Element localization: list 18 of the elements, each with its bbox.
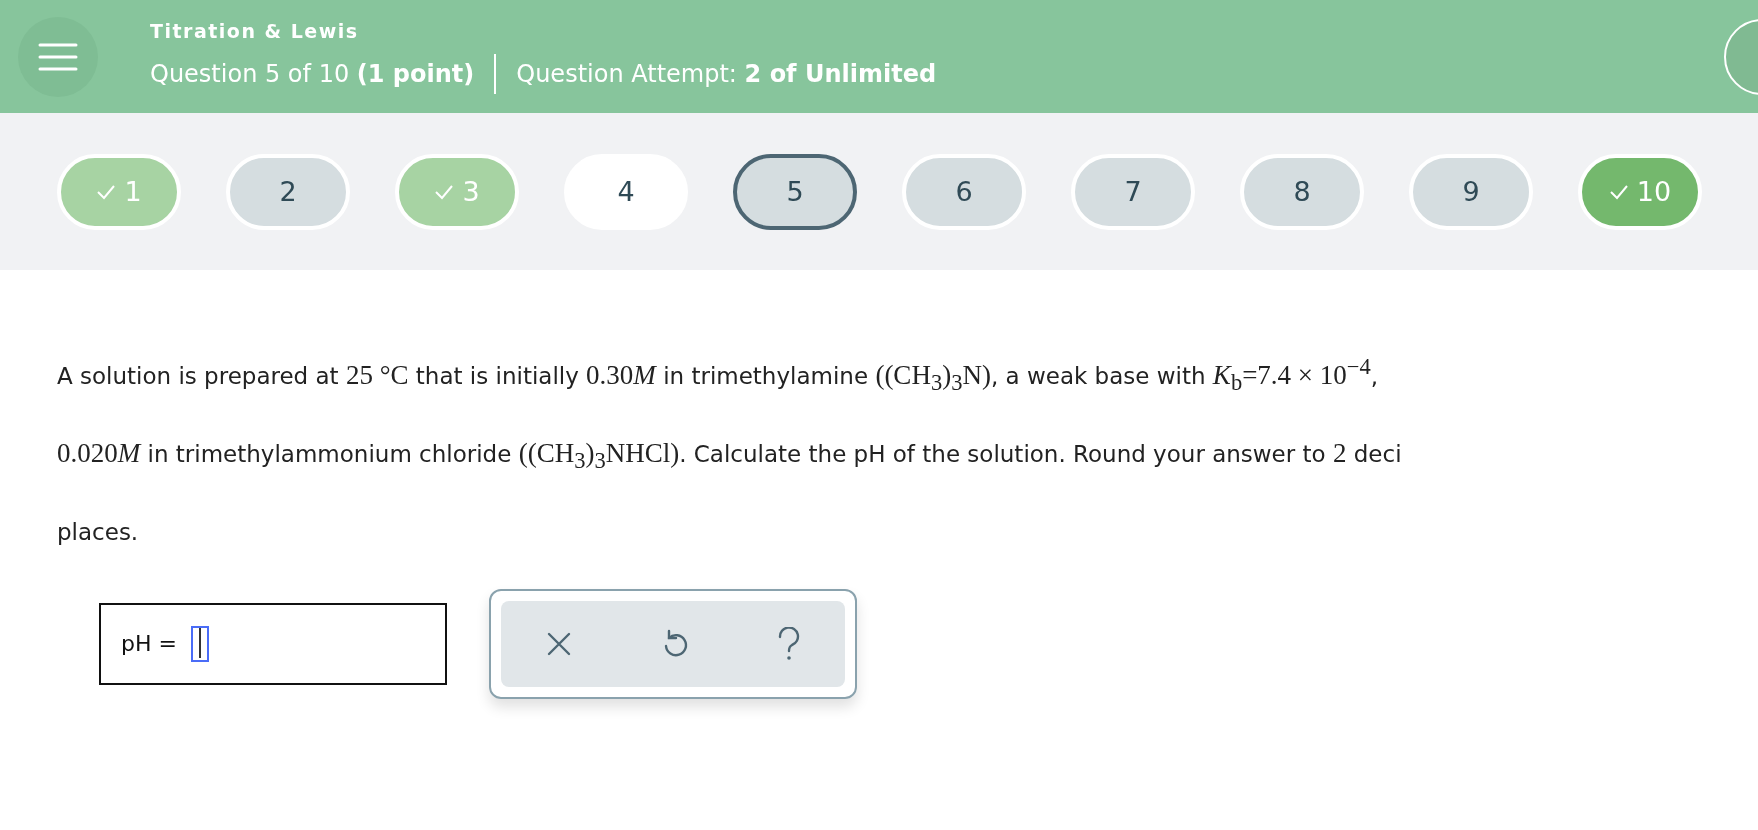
topic-title: Titration & Lewis [150,19,360,42]
question-tab[interactable]: 4 [564,153,688,230]
question-info: Question 5 of 10 (1 point) [150,59,475,88]
attempt-info: Question Attempt: 2 of Unlimited [516,59,937,88]
question-tab[interactable]: 7 [1071,153,1195,230]
answer-field[interactable]: pH = [99,602,447,685]
help-icon [777,626,801,661]
question-text: A solution is prepared at 25 °C that is initially 0.30M in trimethylamine ((CH$_{3}$)$_{3}$N), a weak base with K$_{b}$=7.4 × 10$^{−4}$, 0.020M in trimethylammonium chloride ((CH$_{3}$)$_{3}$NHCl). Calculate the pH of the solution. Round your answer to 2 deci places. [57,353,1403,547]
menu-icon [38,41,78,72]
question-tab[interactable]: 6 [902,153,1026,230]
check-icon [434,183,455,200]
question-tab[interactable]: 8 [1240,153,1364,230]
question-tab[interactable]: 2 [226,153,350,230]
check-icon [1608,183,1629,200]
check-icon [96,183,117,200]
text-cursor [190,625,209,662]
question-tab[interactable]: 9 [1409,153,1533,230]
question-tab[interactable]: 5 [733,153,857,230]
